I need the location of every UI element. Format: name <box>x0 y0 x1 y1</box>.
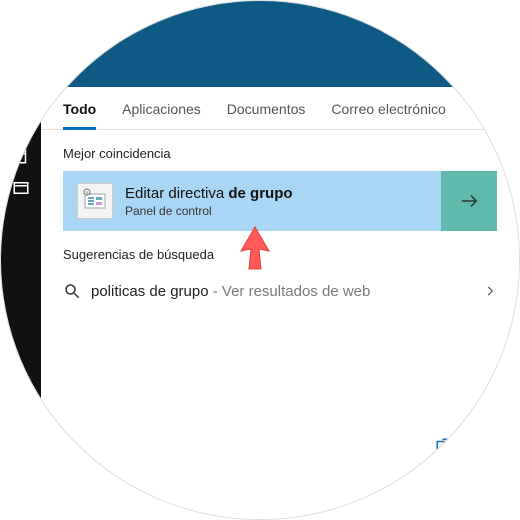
search-suggestions-label: Sugerencias de búsqueda <box>41 231 519 272</box>
open-external-icon <box>435 437 453 455</box>
best-match-label: Mejor coincidencia <box>41 130 519 171</box>
tab-email[interactable]: Correo electrónico <box>331 101 445 129</box>
chevron-right-icon <box>483 284 497 298</box>
taskbar <box>1 87 41 519</box>
best-match-title: Editar directiva de grupo <box>125 185 293 202</box>
search-panel: Todo Aplicaciones Documentos Correo elec… <box>41 87 519 519</box>
taskbar-file-icon[interactable] <box>12 147 30 165</box>
search-tabs: Todo Aplicaciones Documentos Correo elec… <box>41 87 519 130</box>
suggestion-query: politicas de grupo <box>91 283 209 300</box>
best-match-result[interactable]: ⚙ Editar directiva de grupo Panel de con… <box>63 171 441 231</box>
search-icon <box>63 282 81 300</box>
suggestion-hint: - Ver resultados de web <box>209 283 371 300</box>
open-action[interactable]: Abrir <box>435 437 493 455</box>
open-action-label: Abrir <box>461 438 493 455</box>
tab-documents[interactable]: Documentos <box>227 101 306 129</box>
search-suggestion-item[interactable]: politicas de grupo - Ver resultados de w… <box>41 272 519 310</box>
best-match-subtitle: Panel de control <box>125 204 293 218</box>
window-titlebar-area <box>1 1 519 87</box>
tab-all[interactable]: Todo <box>63 101 96 130</box>
group-policy-icon: ⚙ <box>77 183 113 219</box>
taskbar-app-icon[interactable] <box>12 179 30 197</box>
tab-apps[interactable]: Aplicaciones <box>122 101 201 129</box>
tab-more[interactable]: V <box>472 101 481 129</box>
open-side-button[interactable] <box>441 171 497 231</box>
